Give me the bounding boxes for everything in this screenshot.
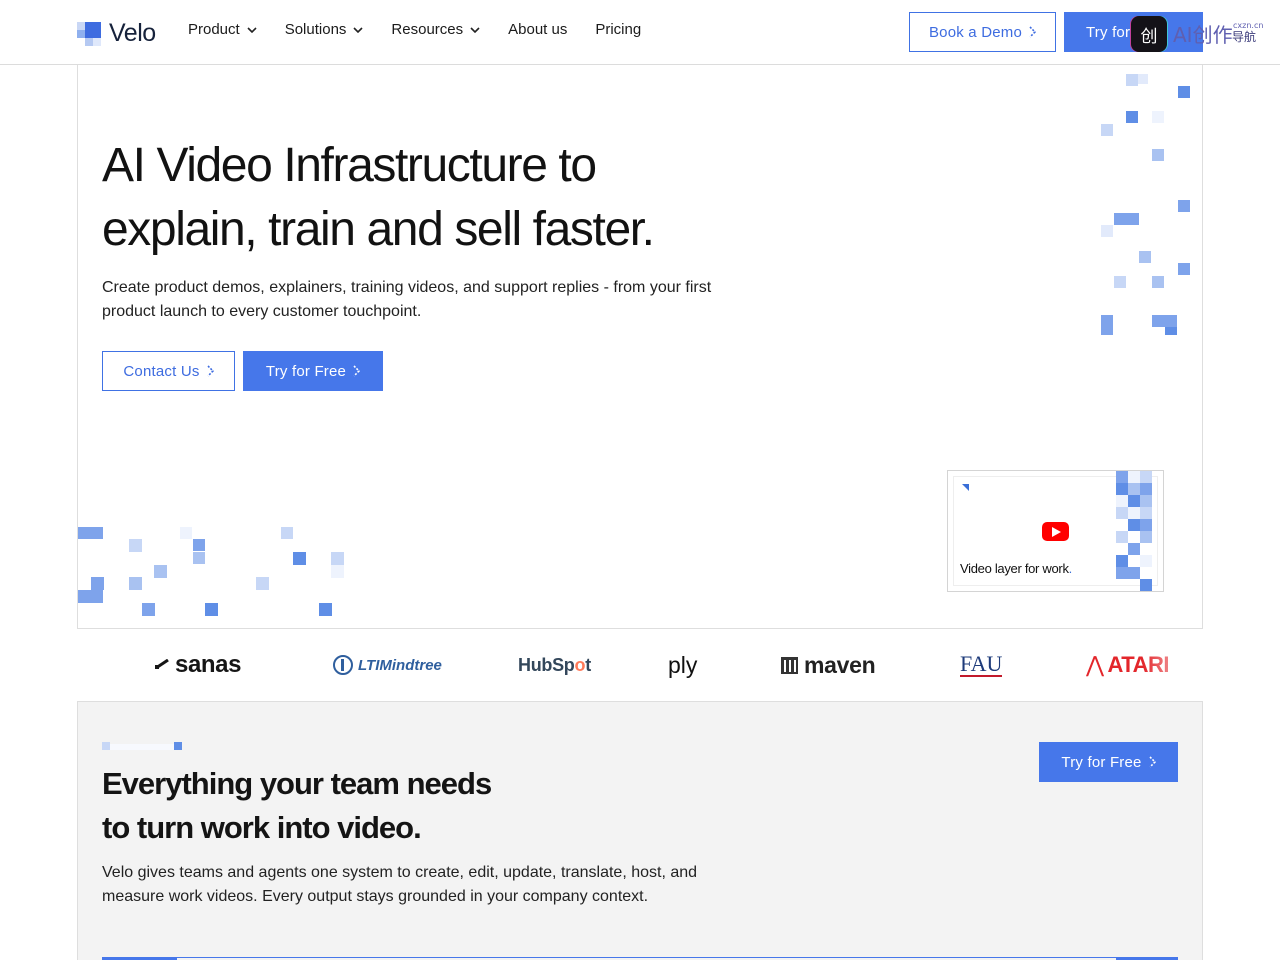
video-card-label: Video layer for work. [960, 561, 1072, 576]
book-demo-label: Book a Demo [928, 23, 1023, 41]
site-header: Velo Product Solutions Resources About u… [0, 0, 1280, 65]
nav-item-product[interactable]: Product [188, 21, 257, 38]
hero-subtitle: Create product demos, explainers, traini… [102, 279, 712, 320]
logo-ltimindtree: LTIMindtree [333, 629, 442, 701]
logos-fade-overlay [1143, 629, 1203, 701]
features-section: Everything your team needs to turn work … [78, 702, 1202, 960]
nav-item-pricing[interactable]: Pricing [595, 21, 641, 38]
features-title-line-1: Everything your team needs [102, 766, 492, 801]
logo-sanas: sanas [155, 629, 241, 701]
velo-logo[interactable]: Velo [77, 19, 156, 48]
nav-item-label: Resources [391, 21, 464, 38]
decorative-pixels-features [102, 742, 184, 750]
nav-item-label: About us [508, 21, 568, 38]
watermark-logo-icon: 创 [1131, 16, 1167, 52]
frame-line-right [1202, 65, 1203, 960]
logo-hubspot: HubSpot [518, 629, 591, 701]
main-nav: Product Solutions Resources About us Pri… [188, 21, 669, 38]
decorative-pixels-top-right [1098, 72, 1193, 337]
chevron-down-icon [247, 26, 257, 33]
nav-item-label: Pricing [595, 21, 642, 38]
sanas-mark-icon [155, 659, 169, 669]
hero-try-free-button[interactable]: Try for Free [243, 351, 383, 391]
hubspot-sprocket-icon: o [574, 654, 586, 675]
features-try-free-button[interactable]: Try for Free [1039, 742, 1178, 782]
video-card-label-text: Video layer for work [960, 561, 1069, 576]
video-card-pixels [1116, 471, 1163, 591]
decorative-pixels-bottom-left [78, 520, 358, 620]
velo-logo-icon [77, 21, 101, 46]
watermark-text: AI创作 [1173, 23, 1233, 47]
chevron-right-icon [1029, 26, 1037, 38]
features-title-line-2: to turn work into video. [102, 810, 422, 845]
book-demo-button[interactable]: Book a Demo [909, 12, 1056, 52]
atari-fuji-icon: ⋀ [1086, 652, 1104, 677]
watermark-subtitle: 导航 [1232, 30, 1257, 44]
maven-mark-icon [781, 656, 798, 674]
nav-item-label: Product [188, 21, 240, 38]
nav-item-resources[interactable]: Resources [391, 21, 480, 38]
logo-sanas-text: sanas [175, 651, 242, 678]
logo-ply-text: ply [668, 651, 698, 678]
chevron-right-icon [1149, 756, 1156, 768]
chevron-down-icon [470, 26, 480, 33]
hero-title-line-1: AI Video Infrastructure to [102, 139, 597, 192]
try-free-label: Try for Free [265, 362, 347, 380]
nav-item-about-us[interactable]: About us [508, 21, 567, 38]
accent-dot: . [1068, 561, 1073, 576]
ltimindtree-mark-icon [333, 655, 353, 675]
logo-hubspot-text: HubSpot [518, 654, 591, 675]
try-free-label: Try for Free [1061, 753, 1142, 771]
chevron-down-icon [353, 26, 363, 33]
logo-fau-text: FAU [960, 651, 1003, 676]
chevron-right-icon [207, 365, 214, 377]
contact-us-label: Contact Us [123, 362, 200, 380]
nav-item-label: Solutions [284, 21, 347, 38]
logo-maven-text: maven [804, 651, 876, 678]
nav-item-solutions[interactable]: Solutions [285, 21, 364, 38]
features-subtitle: Velo gives teams and agents one system t… [102, 864, 698, 905]
youtube-play-icon[interactable] [1042, 522, 1069, 541]
logo-maven: maven [781, 629, 876, 701]
customer-logos-strip: sanas LTIMindtree HubSpot ply maven FAU … [77, 628, 1203, 702]
hero-title-line-2: explain, train and sell faster. [102, 203, 655, 256]
features-title: Everything your team needs to turn work … [102, 762, 662, 850]
logo-ltimindtree-text: LTIMindtree [358, 656, 442, 674]
contact-us-button[interactable]: Contact Us [102, 351, 235, 391]
brand-name: Velo [109, 19, 156, 47]
logo-fau: FAU [960, 651, 1003, 677]
logo-ply: ply [668, 629, 697, 701]
video-preview-card[interactable]: Video layer for work. [947, 470, 1164, 592]
hero-title: AI Video Infrastructure to explain, trai… [102, 134, 742, 262]
chevron-right-icon [353, 365, 361, 377]
